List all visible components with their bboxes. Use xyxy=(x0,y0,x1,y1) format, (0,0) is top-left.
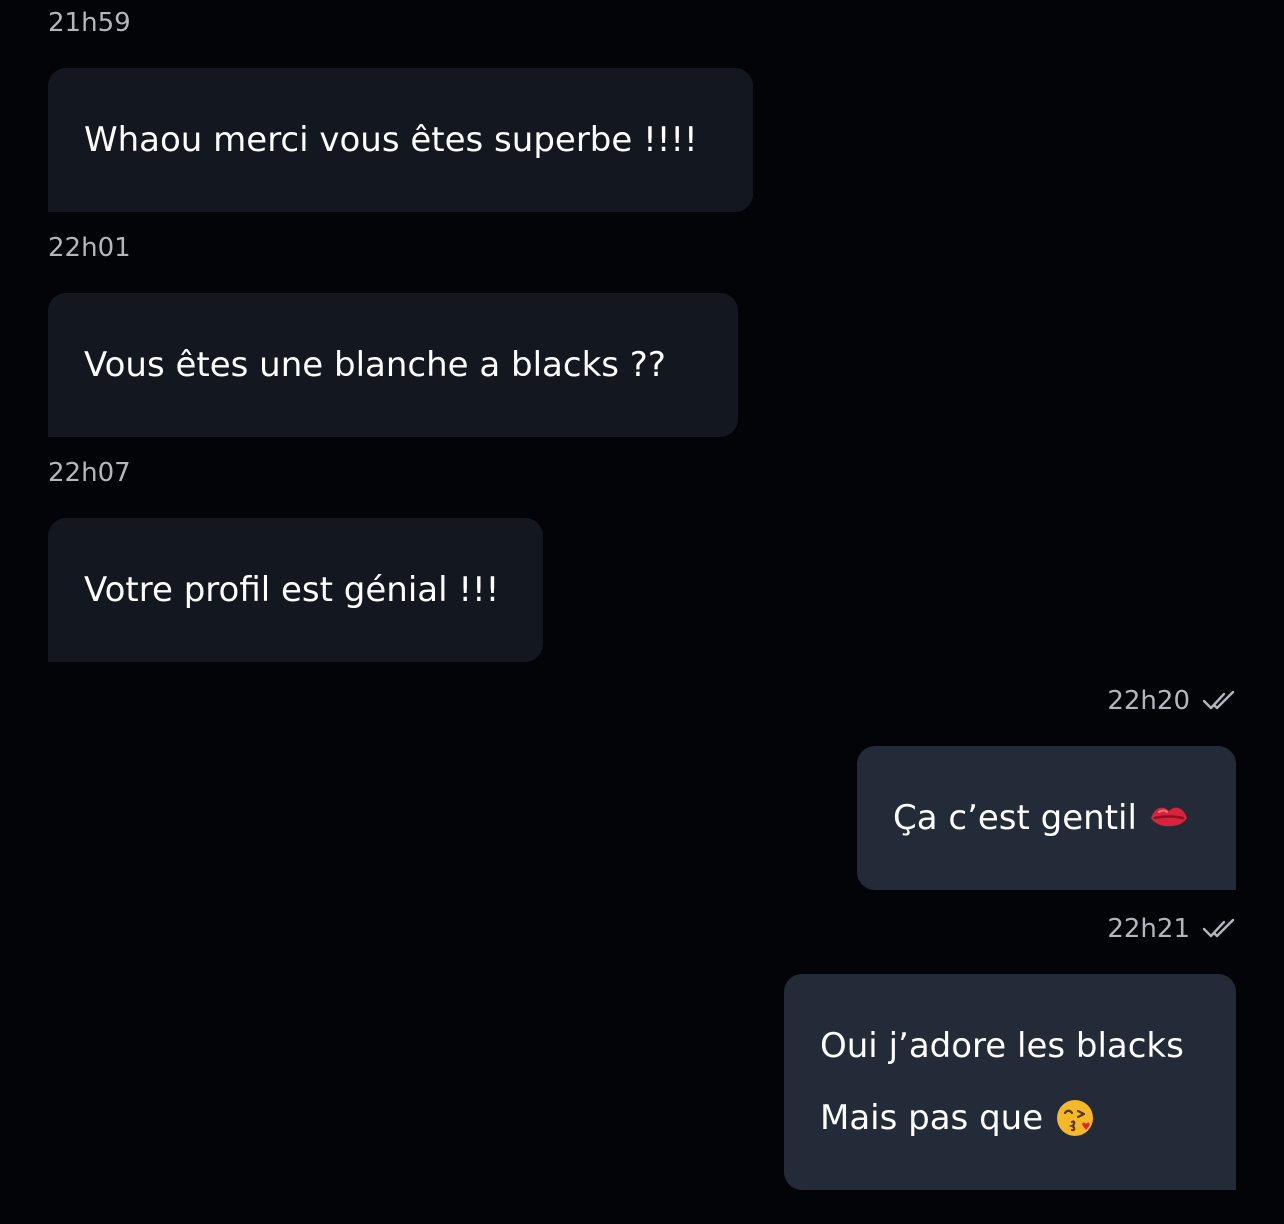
message-text-line: Oui j’adore les blacks xyxy=(820,1026,1184,1066)
double-check-icon xyxy=(1202,918,1235,938)
kiss-mark-icon xyxy=(1150,807,1187,827)
face-blowing-kiss-icon xyxy=(1057,1100,1094,1136)
outgoing-message-bubble[interactable]: Ça c’est gentil xyxy=(857,746,1236,890)
message-meta: 22h20 xyxy=(1107,686,1236,716)
outgoing-message-bubble[interactable]: Oui j’adore les blacks Mais pas que xyxy=(784,974,1236,1190)
message-text-line: Mais pas que xyxy=(820,1098,1044,1138)
incoming-message-bubble[interactable]: Whaou merci vous êtes superbe !!!! xyxy=(48,68,753,212)
incoming-message-bubble[interactable]: Votre profil est génial !!! xyxy=(48,518,543,662)
message-timestamp: 22h20 xyxy=(1107,686,1190,716)
message-meta: 22h21 xyxy=(1107,914,1236,944)
message-timestamp: 21h59 xyxy=(48,8,131,38)
message-text: Ça c’est gentil xyxy=(893,798,1137,838)
message-timestamp: 22h01 xyxy=(48,233,131,263)
message-text: Vous êtes une blanche a blacks ?? xyxy=(84,345,666,385)
message-timestamp: 22h07 xyxy=(48,458,131,488)
message-text: Whaou merci vous êtes superbe !!!! xyxy=(84,120,698,160)
double-check-icon xyxy=(1202,690,1235,710)
incoming-message-bubble[interactable]: Vous êtes une blanche a blacks ?? xyxy=(48,293,738,437)
message-text: Votre profil est génial !!! xyxy=(84,570,500,610)
message-timestamp: 22h21 xyxy=(1107,914,1190,944)
